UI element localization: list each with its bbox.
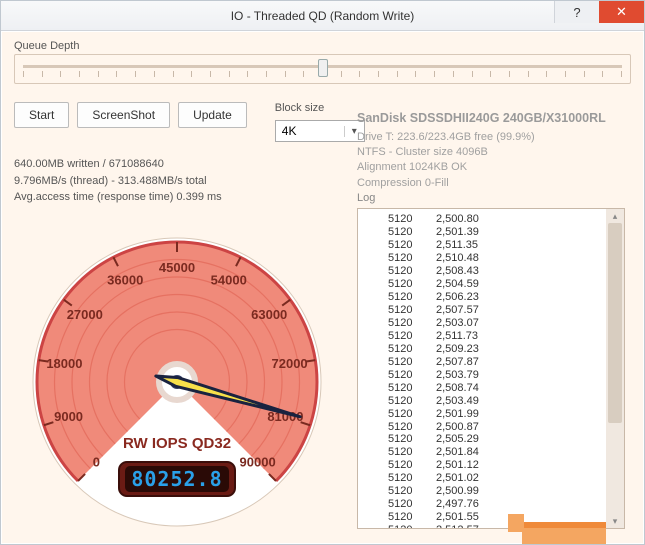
log-box: 51202,500.8051202,501.3951202,511.355120…: [357, 208, 625, 529]
log-row: 51202,500.80: [358, 213, 624, 226]
svg-text:54000: 54000: [211, 272, 247, 287]
log-row: 51202,501.12: [358, 459, 624, 472]
log-row: 51202,503.49: [358, 395, 624, 408]
svg-text:90000: 90000: [240, 455, 276, 470]
stats-line: Avg.access time (response time) 0.399 ms: [14, 189, 631, 206]
log-row: 51202,507.57: [358, 304, 624, 317]
scroll-up-icon[interactable]: ▴: [606, 209, 624, 223]
log-row: 51202,503.07: [358, 317, 624, 330]
iops-gauge: 0 9000 18000 27000 36000 45000 54000 63000 72000…: [17, 232, 337, 542]
log-row: 51202,505.29: [358, 433, 624, 446]
drive-name: SanDisk SDSSDHII240G 240GB/X31000RL: [357, 110, 606, 128]
start-button[interactable]: Start: [14, 102, 69, 128]
log-row: 51202,501.02: [358, 472, 624, 485]
slider-thumb[interactable]: [318, 59, 328, 77]
log-row: 51202,503.79: [358, 369, 624, 382]
scroll-thumb[interactable]: [608, 223, 622, 423]
window-title: IO - Threaded QD (Random Write): [1, 9, 644, 23]
log-row: 51202,506.23: [358, 291, 624, 304]
svg-text:63000: 63000: [251, 307, 287, 322]
log-row: 51202,510.48: [358, 252, 624, 265]
update-button[interactable]: Update: [178, 102, 247, 128]
drive-line: Alignment 1024KB OK: [357, 160, 606, 175]
log-row: 51202,508.74: [358, 382, 624, 395]
drive-info: SanDisk SDSSDHII240G 240GB/X31000RL Driv…: [357, 110, 606, 191]
log-row: 51202,511.73: [358, 330, 624, 343]
log-row: 51202,511.35: [358, 239, 624, 252]
svg-text:0: 0: [93, 455, 100, 470]
log-row: 51202,500.87: [358, 421, 624, 434]
log-row: 51202,501.39: [358, 226, 624, 239]
block-size-label: Block size: [275, 102, 365, 114]
close-button[interactable]: ✕: [599, 1, 644, 23]
log-row: 51202,500.99: [358, 485, 624, 498]
block-size-value: 4K: [276, 124, 344, 138]
footer-highlight: [522, 522, 606, 544]
drive-line: Drive T: 223.6/223.4GB free (99.9%): [357, 130, 606, 145]
svg-text:80252.8: 80252.8: [131, 467, 222, 491]
titlebar: IO - Threaded QD (Random Write) ? ✕: [1, 1, 644, 31]
log-row: 51202,508.43: [358, 265, 624, 278]
log-scrollbar[interactable]: ▴ ▾: [606, 209, 624, 528]
drive-line: Compression 0-Fill: [357, 176, 606, 191]
block-size-select[interactable]: 4K ▾: [275, 120, 365, 142]
log-row: 51202,497.76: [358, 498, 624, 511]
svg-text:36000: 36000: [107, 272, 143, 287]
content-area: Queue Depth Start ScreenShot Update Bloc…: [2, 32, 643, 543]
queue-depth-label: Queue Depth: [14, 40, 631, 52]
scroll-down-icon[interactable]: ▾: [606, 514, 624, 528]
help-button[interactable]: ?: [554, 1, 599, 23]
queue-depth-slider[interactable]: [14, 54, 631, 84]
log-table: 51202,500.8051202,501.3951202,511.355120…: [358, 209, 624, 529]
drive-line: NTFS - Cluster size 4096B: [357, 145, 606, 160]
log-label: Log: [357, 192, 375, 204]
log-row: 51202,507.87: [358, 356, 624, 369]
log-row: 51202,501.99: [358, 408, 624, 421]
log-row: 51202,509.23: [358, 343, 624, 356]
log-row: 51202,501.84: [358, 446, 624, 459]
log-row: 51202,504.59: [358, 278, 624, 291]
svg-text:18000: 18000: [46, 356, 82, 371]
svg-text:RW IOPS QD32: RW IOPS QD32: [123, 435, 231, 452]
svg-text:9000: 9000: [54, 409, 83, 424]
svg-text:27000: 27000: [67, 307, 103, 322]
svg-text:72000: 72000: [272, 356, 308, 371]
screenshot-button[interactable]: ScreenShot: [77, 102, 170, 128]
svg-text:45000: 45000: [159, 260, 195, 275]
